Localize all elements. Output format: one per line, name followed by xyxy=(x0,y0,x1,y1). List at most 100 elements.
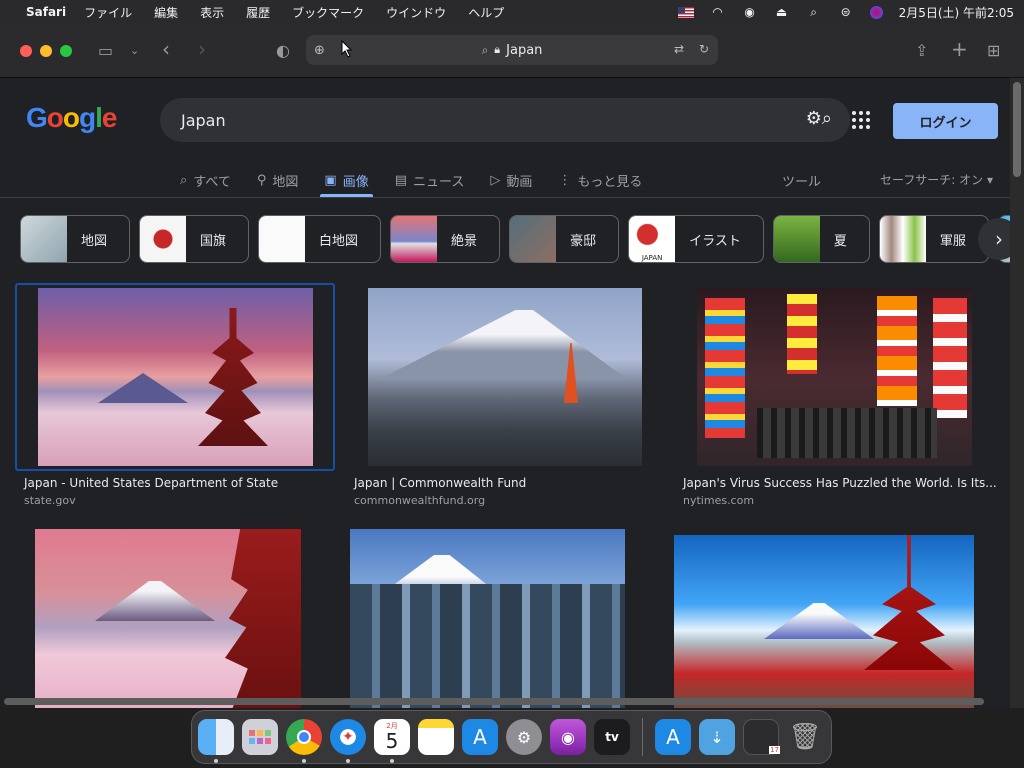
trash-icon[interactable]: 🗑︎ xyxy=(787,719,823,755)
search-by-image-icon[interactable]: ⚙⌕ xyxy=(806,108,832,129)
chip-summer[interactable]: 夏 xyxy=(772,215,870,263)
spotlight-search-icon[interactable]: ⌕ xyxy=(806,5,822,19)
tab-news[interactable]: ▤ ニュース xyxy=(395,163,465,197)
downloads-folder-icon[interactable]: ⇣ xyxy=(699,719,735,755)
launchpad-icon[interactable] xyxy=(242,719,278,755)
menu-edit[interactable]: 編集 xyxy=(154,4,178,21)
menu-file[interactable]: ファイル xyxy=(84,4,132,21)
chip-blank-map[interactable]: 白地図 xyxy=(258,215,382,263)
share-icon[interactable]: ⇪ xyxy=(915,41,928,60)
sidebar-icon[interactable]: ▭ xyxy=(98,41,113,60)
chip-label: イラスト xyxy=(689,233,741,249)
result-title[interactable]: Japan | Commonwealth Fund xyxy=(354,476,526,490)
chip-label: 夏 xyxy=(833,233,847,249)
chip-label: 白地図 xyxy=(319,233,359,249)
calendar-icon[interactable]: 2月 5 xyxy=(374,719,410,763)
chrome-icon[interactable] xyxy=(286,719,322,763)
menu-window[interactable]: ウインドウ xyxy=(386,4,446,21)
menu-help[interactable]: ヘルプ xyxy=(468,4,504,21)
result-source[interactable]: commonwealthfund.org xyxy=(354,494,485,507)
back-button[interactable]: ‹ xyxy=(162,37,170,61)
chip-thumbnail xyxy=(259,216,306,262)
mouse-cursor-icon xyxy=(341,40,353,58)
result-image[interactable] xyxy=(368,288,642,466)
forward-button[interactable]: › xyxy=(198,37,206,61)
chip-flag[interactable]: 国旗 xyxy=(139,215,250,263)
tab-overview-icon[interactable]: ⊞ xyxy=(987,41,1000,60)
system-preferences-icon[interactable]: ⚙ xyxy=(506,719,542,755)
result-image[interactable] xyxy=(35,529,301,708)
result-image[interactable] xyxy=(38,288,313,466)
tab-videos[interactable]: ▷ 動画 xyxy=(490,163,532,197)
scrollbar-thumb[interactable] xyxy=(4,698,984,705)
podcasts-icon[interactable]: ◉ xyxy=(550,719,586,755)
reload-icon[interactable]: ↻ xyxy=(699,42,709,56)
siri-icon[interactable] xyxy=(869,5,883,19)
result-image[interactable] xyxy=(674,535,974,708)
header-divider xyxy=(0,197,1010,198)
result-image[interactable] xyxy=(350,529,625,708)
menubar-clock[interactable]: 2月5日(土) 午前2:05 xyxy=(899,4,1014,21)
new-tab-icon[interactable]: + xyxy=(951,37,968,61)
safesearch-toggle[interactable]: セーフサーチ: オン ▾ xyxy=(880,171,993,188)
tab-label: 動画 xyxy=(506,174,533,190)
chip-map[interactable]: 地図 xyxy=(20,215,131,263)
result-image[interactable] xyxy=(697,288,972,466)
minimize-window-button[interactable] xyxy=(40,44,52,57)
chip-thumbnail xyxy=(140,216,187,262)
app-menu[interactable]: Safari xyxy=(26,5,66,19)
translate-icon[interactable]: ⇄ xyxy=(674,42,684,56)
zoom-window-button[interactable] xyxy=(60,44,72,57)
user-icon[interactable]: ◉ xyxy=(742,5,758,19)
tab-more[interactable]: ⋮ もっと見る xyxy=(558,163,642,197)
chevron-down-icon[interactable]: ⌄ xyxy=(130,44,139,57)
safari-icon[interactable]: ✦ xyxy=(330,719,366,763)
browser-toolbar: ▭ ⌄ ‹ › ◐ ⊕ ⌕ 🔒︎ Japan ⇄ ↻ ⇪ + ⊞ xyxy=(0,24,1024,78)
chip-thumbnail xyxy=(510,216,557,262)
result-title[interactable]: Japan - United States Department of Stat… xyxy=(24,476,278,490)
tab-label: 地図 xyxy=(272,174,299,190)
address-bar[interactable]: ⊕ ⌕ 🔒︎ Japan ⇄ ↻ xyxy=(306,35,718,65)
eject-icon[interactable]: ⏏ xyxy=(774,5,790,19)
tab-images[interactable]: ▣ 画像 xyxy=(320,163,374,197)
result-title[interactable]: Japan's Virus Success Has Puzzled the Wo… xyxy=(683,476,997,490)
chip-thumbnail xyxy=(773,216,820,262)
chip-uniform[interactable]: 軍服 xyxy=(878,215,989,263)
scrollbar-thumb[interactable] xyxy=(1013,82,1021,177)
wifi-icon[interactable]: ◠ xyxy=(710,5,726,19)
tab-label: すべて xyxy=(193,174,231,190)
input-source-flag-icon[interactable] xyxy=(677,6,694,18)
finder-icon[interactable] xyxy=(198,719,234,763)
close-window-button[interactable] xyxy=(20,44,32,57)
menu-history[interactable]: 履歴 xyxy=(246,4,270,21)
tab-maps[interactable]: ⚲ 地図 xyxy=(257,163,299,197)
control-center-icon[interactable]: ⊜ xyxy=(838,5,854,19)
menu-bookmarks[interactable]: ブックマーク xyxy=(292,4,364,21)
result-source[interactable]: nytimes.com xyxy=(683,494,754,507)
tab-all[interactable]: ⌕ すべて xyxy=(180,163,231,197)
notes-icon[interactable] xyxy=(418,719,454,755)
chip-scenery[interactable]: 絶景 xyxy=(390,215,501,263)
app-store-icon[interactable]: A xyxy=(462,719,498,755)
dock: ✦ 2月 5 A ⚙ ◉ tv A ⇣ 17 🗑︎ xyxy=(191,710,832,764)
apple-tv-icon[interactable]: tv xyxy=(594,719,630,755)
search-input[interactable]: Japan ⚙⌕ xyxy=(160,98,850,142)
google-images-page: Google Japan ⚙⌕ ログイン ⌕ すべて ⚲ 地図 ▣ 画像 ▤ ニュース … xyxy=(0,78,1010,708)
recent-screenshots-icon[interactable]: 17 xyxy=(743,719,780,755)
tools-button[interactable]: ツール xyxy=(782,171,821,190)
vertical-scrollbar[interactable] xyxy=(1010,78,1024,708)
chip-thumbnail-text: JAPAN xyxy=(641,254,663,262)
horizontal-scrollbar[interactable] xyxy=(0,696,1010,708)
app-store-folder-icon[interactable]: A xyxy=(655,719,691,755)
chip-label: 地図 xyxy=(81,233,108,249)
google-logo[interactable]: Google xyxy=(26,102,117,134)
google-apps-icon[interactable] xyxy=(852,111,870,129)
login-button[interactable]: ログイン xyxy=(893,103,998,139)
menu-view[interactable]: 表示 xyxy=(200,4,224,21)
chip-illustration[interactable]: JAPAN イラスト xyxy=(628,215,764,263)
shield-icon[interactable]: ◐ xyxy=(276,41,290,60)
page-menu-icon[interactable]: ⊕ xyxy=(314,43,325,58)
chip-mansion[interactable]: 豪邸 xyxy=(509,215,620,263)
result-source[interactable]: state.gov xyxy=(24,494,76,507)
chip-thumbnail xyxy=(391,216,438,262)
